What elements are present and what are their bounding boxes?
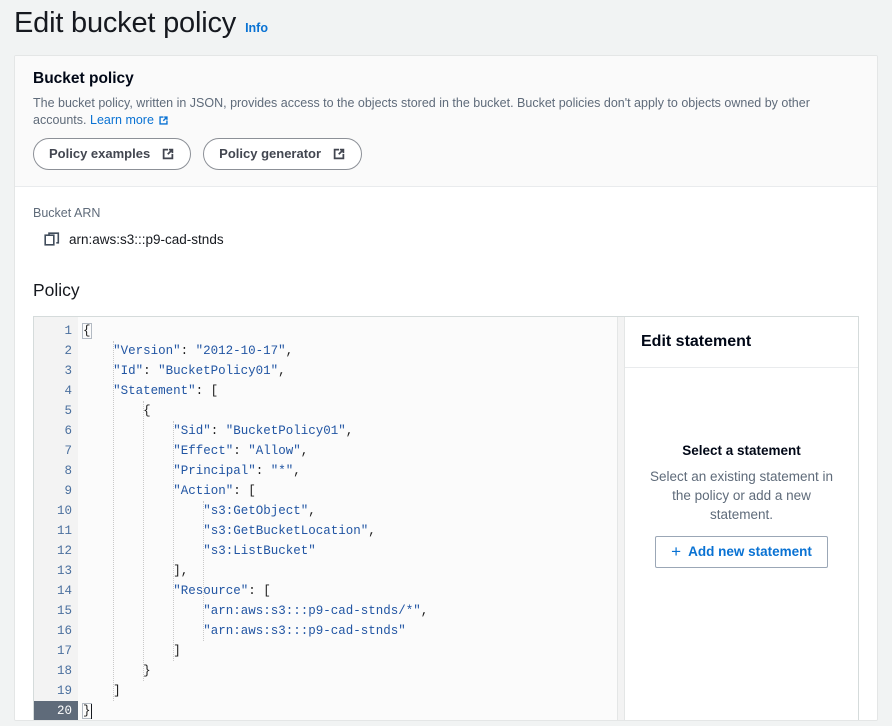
empty-state-title: Select a statement xyxy=(682,443,801,458)
page-title: Edit bucket policy xyxy=(14,6,236,40)
bucket-arn-label: Bucket ARN xyxy=(33,205,859,222)
edit-statement-panel: Edit statement Select a statement Select… xyxy=(625,317,858,720)
editor-code-line: "s3:ListBucket" xyxy=(78,541,617,561)
policy-json-editor[interactable]: 1▾234▾5▾6789▾1011121314▾151617181920 { "… xyxy=(34,317,617,720)
page-header: Edit bucket policy Info xyxy=(0,0,892,46)
bucket-arn-value: arn:aws:s3:::p9-cad-stnds xyxy=(69,231,224,249)
editor-line-number: 20 xyxy=(34,701,78,720)
editor-code-line: } xyxy=(78,661,617,681)
editor-code-line: "Principal": "*", xyxy=(78,461,617,481)
editor-code-line: "Id": "BucketPolicy01", xyxy=(78,361,617,381)
card-action-buttons: Policy examples Policy generator xyxy=(33,138,859,170)
card-body: Bucket ARN arn:aws:s3:::p9-cad-stnds Pol… xyxy=(15,187,877,720)
editor-line-number: 19 xyxy=(34,681,78,701)
editor-line-number: 5▾ xyxy=(34,401,78,421)
editor-line-number: 12 xyxy=(34,541,78,561)
editor-line-number: 8 xyxy=(34,461,78,481)
policy-examples-label: Policy examples xyxy=(49,145,150,163)
card-title: Bucket policy xyxy=(33,69,859,89)
editor-line-number: 1▾ xyxy=(34,321,78,341)
editor-line-number: 7 xyxy=(34,441,78,461)
external-link-icon xyxy=(158,115,169,126)
plus-icon: + xyxy=(671,545,681,559)
bucket-arn-row: arn:aws:s3:::p9-cad-stnds xyxy=(33,231,859,249)
editor-line-number: 4▾ xyxy=(34,381,78,401)
edit-statement-header: Edit statement xyxy=(625,317,858,368)
add-new-statement-button[interactable]: + Add new statement xyxy=(655,536,828,568)
editor-line-number: 2 xyxy=(34,341,78,361)
editor-code-line: "Version": "2012-10-17", xyxy=(78,341,617,361)
editor-line-number: 11 xyxy=(34,521,78,541)
empty-state-description: Select an existing statement in the poli… xyxy=(639,467,844,524)
card-header: Bucket policy The bucket policy, written… xyxy=(15,56,877,187)
editor-line-number: 9▾ xyxy=(34,481,78,501)
editor-code-line: "Statement": [ xyxy=(78,381,617,401)
editor-code-line: { xyxy=(78,321,617,341)
learn-more-link[interactable]: Learn more xyxy=(90,112,169,129)
text-caret xyxy=(91,704,92,719)
editor-line-number: 14▾ xyxy=(34,581,78,601)
edit-statement-empty-state: Select a statement Select an existing st… xyxy=(625,368,858,720)
editor-code-line: } xyxy=(78,701,617,720)
editor-code-line: ], xyxy=(78,561,617,581)
editor-code-line: "Action": [ xyxy=(78,481,617,501)
info-link[interactable]: Info xyxy=(245,21,268,35)
edit-statement-title: Edit statement xyxy=(641,333,751,350)
policy-section-title: Policy xyxy=(33,279,859,301)
copy-icon-glyph xyxy=(44,232,60,248)
editor-code-line: "s3:GetObject", xyxy=(78,501,617,521)
external-link-icon xyxy=(161,147,175,161)
editor-line-number: 13 xyxy=(34,561,78,581)
editor-code-line: ] xyxy=(78,641,617,661)
editor-code-line: { xyxy=(78,401,617,421)
editor-line-number: 16 xyxy=(34,621,78,641)
editor-code-line: "Effect": "Allow", xyxy=(78,441,617,461)
editor-code-line: "Sid": "BucketPolicy01", xyxy=(78,421,617,441)
policy-generator-label: Policy generator xyxy=(219,145,321,163)
external-link-icon xyxy=(332,147,346,161)
editor-line-number: 3 xyxy=(34,361,78,381)
editor-panel-splitter[interactable] xyxy=(617,317,625,720)
editor-line-number: 10 xyxy=(34,501,78,521)
policy-editor-split: 1▾234▾5▾6789▾1011121314▾151617181920 { "… xyxy=(33,316,859,720)
policy-generator-button[interactable]: Policy generator xyxy=(203,138,362,170)
editor-line-number: 17 xyxy=(34,641,78,661)
editor-code-line: "Resource": [ xyxy=(78,581,617,601)
editor-line-number: 15 xyxy=(34,601,78,621)
editor-code-line: "arn:aws:s3:::p9-cad-stnds/*", xyxy=(78,601,617,621)
editor-code-line: ] xyxy=(78,681,617,701)
editor-line-number: 18 xyxy=(34,661,78,681)
bucket-policy-card: Bucket policy The bucket policy, written… xyxy=(14,55,878,721)
learn-more-label: Learn more xyxy=(90,112,154,129)
add-new-statement-label: Add new statement xyxy=(688,543,812,561)
editor-line-number-gutter: 1▾234▾5▾6789▾1011121314▾151617181920 xyxy=(34,317,78,720)
editor-code-area[interactable]: { "Version": "2012-10-17", "Id": "Bucket… xyxy=(78,317,617,720)
card-description: The bucket policy, written in JSON, prov… xyxy=(33,95,859,129)
editor-code-line: "s3:GetBucketLocation", xyxy=(78,521,617,541)
copy-icon[interactable] xyxy=(44,232,60,248)
editor-code-line: "arn:aws:s3:::p9-cad-stnds" xyxy=(78,621,617,641)
policy-examples-button[interactable]: Policy examples xyxy=(33,138,191,170)
editor-line-number: 6 xyxy=(34,421,78,441)
